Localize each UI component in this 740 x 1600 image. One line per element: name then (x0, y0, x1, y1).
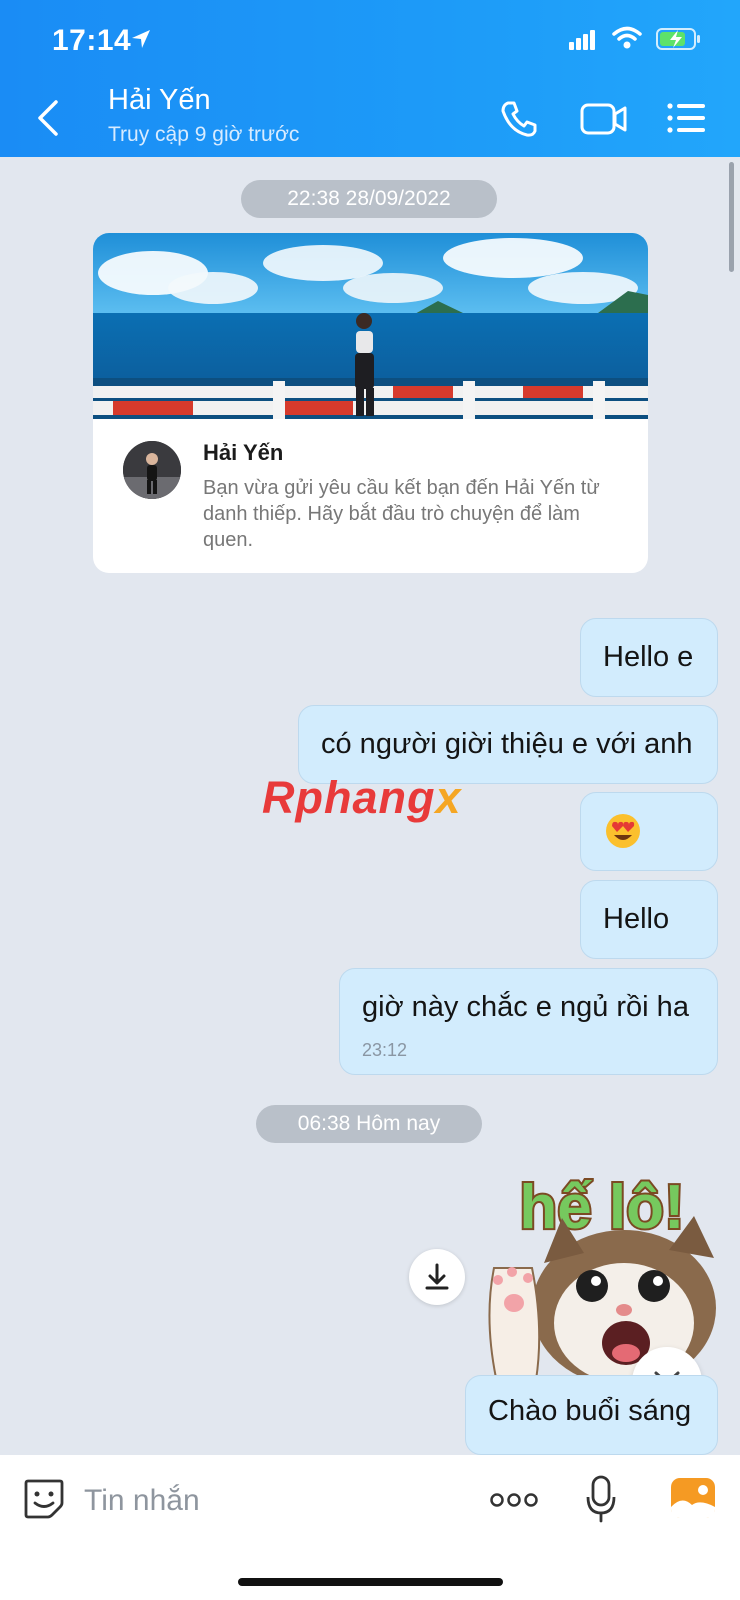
sticker-icon[interactable] (22, 1477, 66, 1521)
cover-photo (93, 233, 648, 419)
video-call-icon[interactable] (580, 102, 628, 136)
more-options-icon[interactable] (490, 1491, 538, 1509)
message-text: giờ này chắc e ngủ rồi ha (362, 991, 689, 1023)
status-time: 17:14 (52, 24, 132, 57)
microphone-icon[interactable] (586, 1475, 616, 1523)
back-icon[interactable] (36, 100, 60, 136)
card-description: Bạn vừa gửi yêu cầu kết bạn đến Hải Yến … (203, 477, 600, 551)
call-icon[interactable] (500, 100, 538, 138)
location-arrow-icon (132, 30, 150, 48)
contact-last-seen: Truy cập 9 giờ trước (108, 123, 300, 146)
message-bubble[interactable]: Chào buổi sáng (465, 1375, 718, 1455)
watermark-logo: Rphangx (262, 772, 462, 823)
menu-icon[interactable] (667, 102, 707, 134)
friend-request-card[interactable]: Hải Yến Bạn vừa gửi yêu cầu kết bạn đến … (93, 233, 648, 573)
download-button[interactable] (409, 1249, 465, 1305)
avatar[interactable] (123, 441, 181, 499)
date-divider: 22:38 28/09/2022 (241, 180, 497, 218)
contact-name[interactable]: Hải Yến (108, 84, 211, 117)
wifi-icon (612, 26, 642, 49)
card-contact-name: Hải Yến (203, 440, 284, 465)
date-divider: 06:38 Hôm nay (256, 1105, 482, 1143)
battery-charging-icon (656, 28, 700, 50)
home-indicator (238, 1578, 503, 1586)
image-gallery-icon[interactable] (670, 1477, 716, 1519)
message-bubble[interactable]: Hello e (580, 618, 718, 697)
message-time: 23:12 (362, 1040, 408, 1060)
message-bubble[interactable]: giờ này chắc e ngủ rồi ha 23:12 (339, 968, 718, 1075)
download-icon (425, 1263, 449, 1290)
sticker-text: hế lô! (519, 1173, 684, 1242)
chat-header: 17:14 Hải Yến Truy cập 9 giờ trước (0, 0, 740, 157)
message-bubble[interactable]: Hello (580, 880, 718, 959)
cellular-signal-icon (569, 30, 595, 50)
message-input[interactable] (84, 1473, 444, 1529)
message-composer (0, 1455, 740, 1600)
chat-scrollbar[interactable] (729, 162, 734, 272)
message-bubble[interactable] (580, 792, 718, 871)
heart-eyes-emoji-icon (606, 814, 640, 848)
